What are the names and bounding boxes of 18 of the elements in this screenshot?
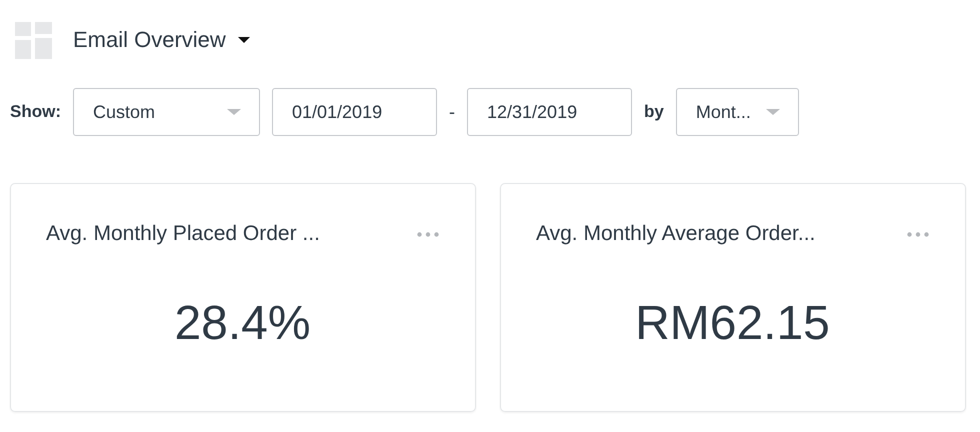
more-icon[interactable] (417, 232, 439, 236)
by-label: by (644, 102, 664, 122)
start-date-field[interactable]: 01/01/2019 (272, 88, 437, 136)
metric-value: RM62.15 (634, 296, 831, 351)
interval-dropdown[interactable]: Mont... (676, 88, 799, 136)
metric-value: 28.4% (173, 296, 312, 351)
card-title: Avg. Monthly Average Order... (536, 222, 816, 246)
range-dropdown[interactable]: Custom (73, 88, 260, 136)
caret-icon (227, 109, 241, 115)
more-icon[interactable] (907, 232, 929, 236)
caret-icon (766, 109, 780, 115)
dashboard-title-dropdown[interactable]: Email Overview (73, 27, 250, 53)
end-date-field[interactable]: 12/31/2019 (467, 88, 632, 136)
dashboard-grid-icon (15, 22, 52, 58)
show-label: Show: (10, 102, 61, 122)
date-separator: - (449, 102, 455, 122)
caret-icon (238, 37, 250, 43)
card-title: Avg. Monthly Placed Order ... (46, 222, 320, 246)
